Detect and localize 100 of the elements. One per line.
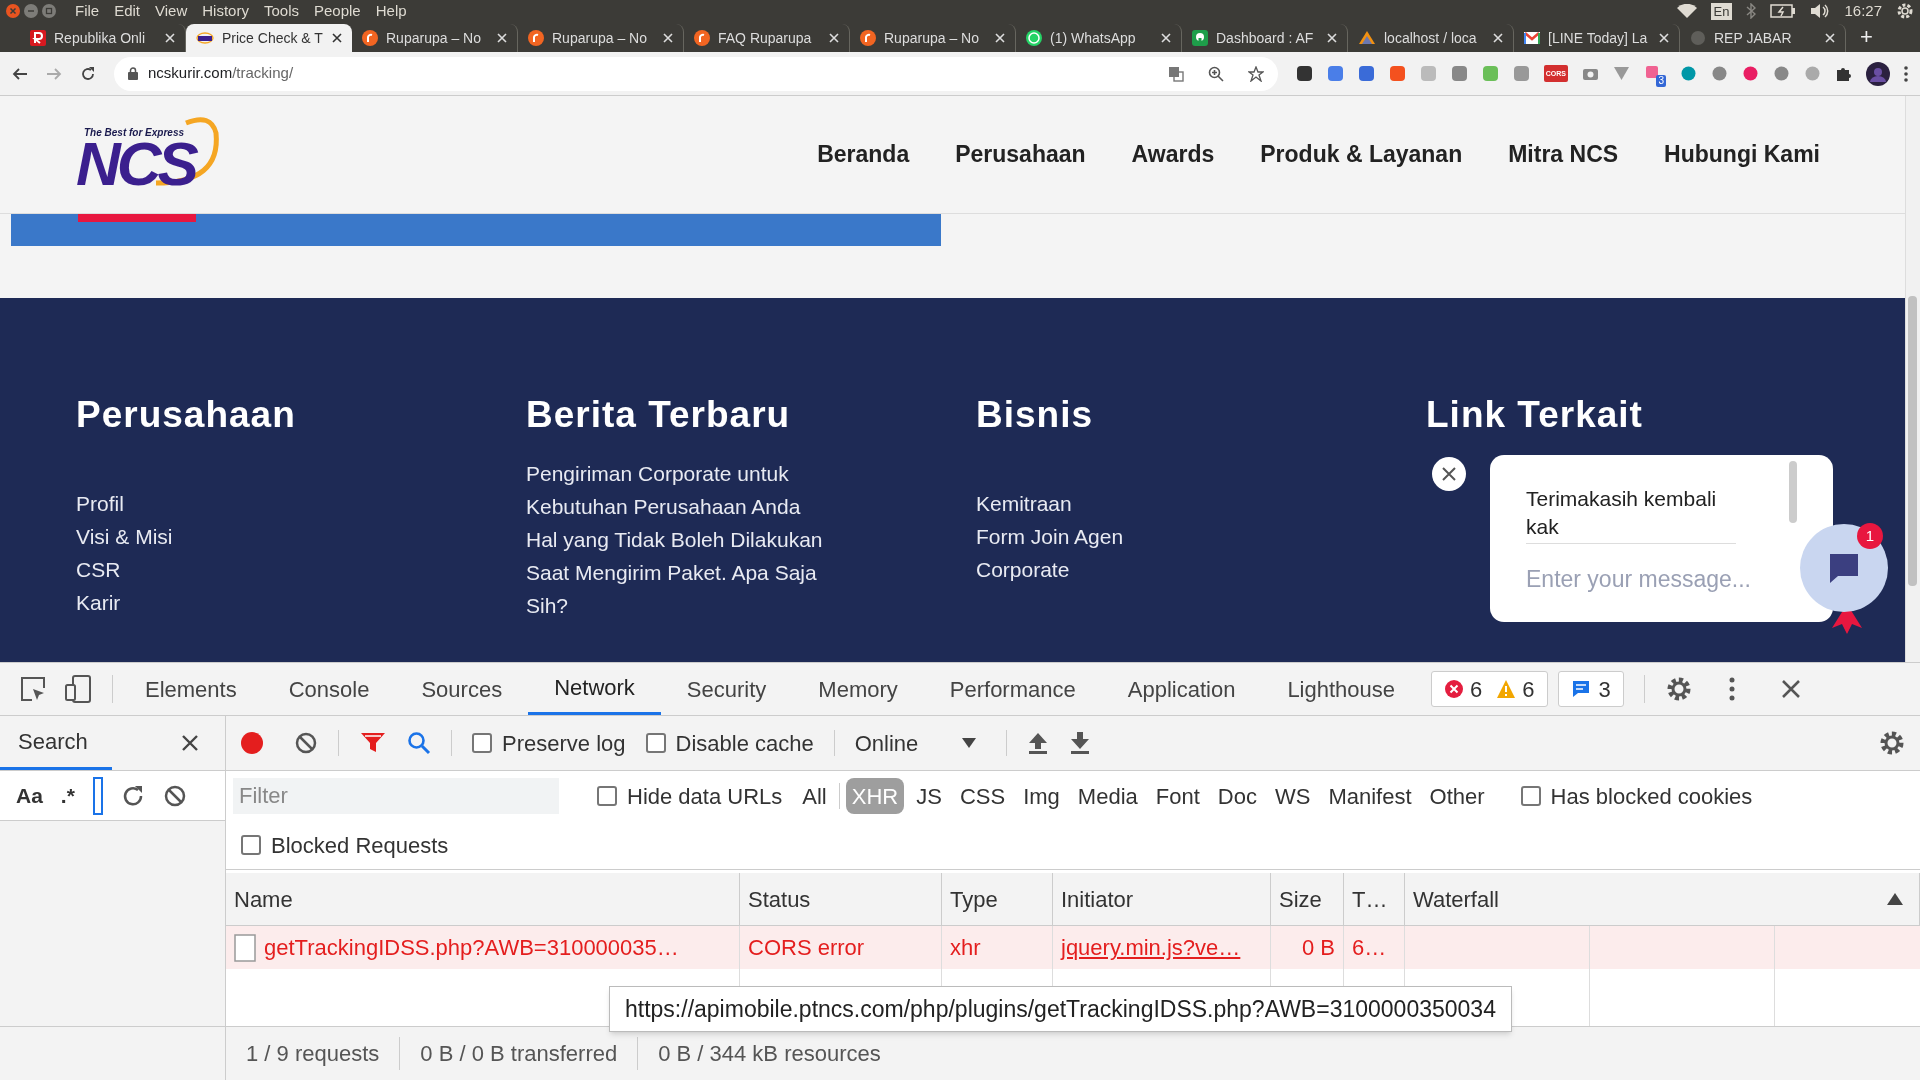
checkbox[interactable] xyxy=(241,835,261,855)
nav-link[interactable]: Mitra NCS xyxy=(1508,137,1619,172)
filter-icon[interactable] xyxy=(359,731,387,755)
messages-counter[interactable]: 3 xyxy=(1557,671,1624,707)
browser-tab[interactable]: Price Check & T xyxy=(186,24,352,52)
devtools-tab[interactable]: Elements xyxy=(119,663,263,715)
close-icon[interactable] xyxy=(1780,679,1801,699)
devtools-tab[interactable]: Sources xyxy=(395,663,529,715)
regex-toggle[interactable]: .* xyxy=(60,779,75,812)
profile-avatar-icon[interactable] xyxy=(1866,61,1890,86)
column-header[interactable]: Type xyxy=(942,873,1053,925)
translate-icon[interactable] xyxy=(1167,65,1184,82)
nav-link[interactable]: Awards xyxy=(1131,137,1215,172)
clear-icon[interactable] xyxy=(162,783,187,808)
issues-counter[interactable]: 6 6 xyxy=(1431,671,1548,707)
new-tab-button[interactable]: + xyxy=(1846,24,1887,52)
close-icon[interactable] xyxy=(1431,456,1467,492)
column-header[interactable]: Size xyxy=(1271,873,1344,925)
maximize-icon[interactable] xyxy=(42,4,56,18)
column-header[interactable]: T… xyxy=(1344,873,1405,925)
nav-link[interactable]: Perusahaan xyxy=(955,137,1086,172)
chat-button[interactable] xyxy=(1800,524,1888,612)
type-filter-button[interactable]: Doc xyxy=(1211,778,1263,814)
filter-input[interactable]: Filter xyxy=(233,778,559,814)
menu-item[interactable]: Tools xyxy=(262,0,300,23)
volume-icon[interactable] xyxy=(1810,3,1831,19)
menu-item[interactable]: History xyxy=(201,0,250,23)
checkbox-label[interactable]: Has blocked cookies xyxy=(1550,779,1753,813)
upload-icon[interactable] xyxy=(1027,731,1050,755)
bluetooth-icon[interactable] xyxy=(1746,3,1757,19)
devtools-tab[interactable]: Lighthouse xyxy=(1261,663,1422,715)
scrollbar-thumb[interactable] xyxy=(1908,296,1917,586)
devtools-tab[interactable]: Console xyxy=(262,663,396,715)
type-filter-button[interactable]: Font xyxy=(1149,778,1206,814)
footer-link[interactable]: Visi & Misi xyxy=(76,520,526,553)
inspect-element-icon[interactable] xyxy=(20,676,46,702)
settings-icon[interactable] xyxy=(1878,729,1906,757)
minimize-icon[interactable] xyxy=(24,4,38,18)
device-toolbar-icon[interactable] xyxy=(64,675,92,703)
zoom-icon[interactable] xyxy=(1207,65,1224,82)
checkbox-label[interactable]: Disable cache xyxy=(675,726,814,760)
search-input[interactable] xyxy=(92,776,103,815)
column-header[interactable]: Status xyxy=(740,873,942,925)
checkbox[interactable] xyxy=(645,733,666,753)
devtools-tab[interactable]: Performance xyxy=(923,663,1102,715)
footer-link[interactable]: Profil xyxy=(76,487,526,520)
type-filter-button[interactable]: Img xyxy=(1017,778,1066,814)
checkbox-label[interactable]: Blocked Requests xyxy=(271,828,449,862)
nav-link[interactable]: Produk & Layanan xyxy=(1260,137,1463,172)
type-filter-button[interactable]: CSS xyxy=(953,778,1012,814)
type-filter-button[interactable]: Media xyxy=(1071,778,1144,814)
nav-link[interactable]: Hubungi Kami xyxy=(1664,137,1820,172)
battery-icon[interactable] xyxy=(1770,4,1797,18)
clock-text[interactable]: 16:27 xyxy=(1844,0,1882,23)
menu-item[interactable]: Edit xyxy=(113,0,142,23)
menu-item[interactable]: View xyxy=(154,0,189,23)
menu-item[interactable]: Help xyxy=(374,0,408,23)
footer-link[interactable]: Hal yang Tidak Boleh Dilakukan Saat Mengirim Paket. Apa Saja Sih? xyxy=(526,523,856,622)
footer-link[interactable]: CSR xyxy=(76,553,526,586)
close-icon[interactable] xyxy=(332,33,342,43)
nav-link[interactable]: Beranda xyxy=(817,137,910,172)
search-icon[interactable] xyxy=(407,731,431,755)
message-input[interactable]: Enter your message... xyxy=(1526,562,1776,597)
devtools-tab[interactable]: Memory xyxy=(792,663,924,715)
address-field[interactable]: ncskurir.com/tracking/ xyxy=(114,56,1278,91)
footer-link[interactable]: Kemitraan xyxy=(976,487,1426,520)
close-icon[interactable] xyxy=(181,734,199,752)
bookmark-star-icon[interactable] xyxy=(1247,65,1264,82)
footer-link[interactable]: Karir xyxy=(76,586,526,619)
type-filter-button[interactable]: Other xyxy=(1423,778,1491,814)
devtools-tab[interactable]: Security xyxy=(660,663,793,715)
column-header[interactable]: Name xyxy=(226,873,740,925)
checkbox-label[interactable]: Hide data URLs xyxy=(627,779,783,813)
checkbox[interactable] xyxy=(597,786,617,806)
match-case-toggle[interactable]: Aa xyxy=(16,779,43,812)
extension-icon[interactable] xyxy=(1295,65,1313,82)
type-filter-button[interactable]: All xyxy=(796,778,833,814)
table-row[interactable]: getTrackingIDSS.php?AWB=310000035… CORS error xhr jquery.min.js?ve… 0 B 6… xyxy=(226,926,1920,969)
type-filter-button[interactable]: Manifest xyxy=(1322,778,1418,814)
keyboard-layout-indicator[interactable]: En xyxy=(1710,2,1733,20)
throttling-dropdown[interactable]: Online xyxy=(854,726,987,760)
back-arrow-icon[interactable] xyxy=(12,65,28,82)
scrollbar[interactable] xyxy=(1789,461,1797,523)
wifi-icon[interactable] xyxy=(1676,4,1697,18)
type-filter-button[interactable]: JS xyxy=(910,778,948,814)
download-icon[interactable] xyxy=(1069,731,1092,755)
checkbox-label[interactable]: Preserve log xyxy=(502,726,626,760)
checkbox[interactable] xyxy=(472,733,492,753)
devtools-tab[interactable]: Application xyxy=(1101,663,1262,715)
more-menu-icon[interactable] xyxy=(1904,65,1908,82)
initiator-link[interactable]: jquery.min.js?ve… xyxy=(1061,931,1241,964)
puzzle-piece-icon[interactable] xyxy=(1835,65,1852,82)
settings-icon[interactable] xyxy=(1896,2,1914,20)
menu-item[interactable]: File xyxy=(74,0,101,23)
footer-link[interactable]: Form Join Agen xyxy=(976,520,1426,553)
column-header[interactable]: Waterfall xyxy=(1405,873,1920,925)
footer-link[interactable]: Pengiriman Corporate untuk Kebutuhan Perusahaan Anda xyxy=(526,457,856,523)
record-icon[interactable] xyxy=(240,731,264,755)
type-filter-button[interactable]: WS xyxy=(1268,778,1317,814)
triangle-icon[interactable] xyxy=(1613,65,1630,82)
